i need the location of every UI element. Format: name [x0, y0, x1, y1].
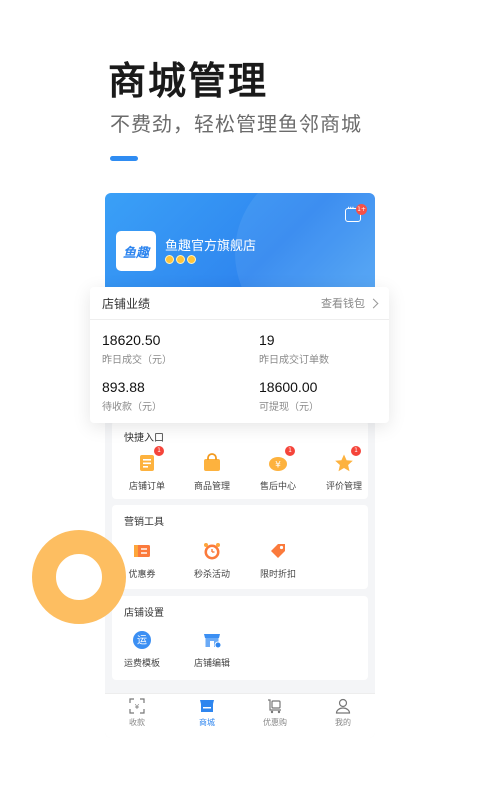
marketing-item-discount[interactable]: 限时折扣 — [248, 541, 308, 580]
stat-withdrawable: 18600.00 可提现（元） — [259, 379, 319, 413]
tab-label: 优惠购 — [263, 718, 287, 727]
section-title: 营销工具 — [124, 517, 164, 528]
tab-label: 我的 — [335, 718, 351, 727]
stat-label: 昨日成交订单数 — [259, 355, 329, 366]
stat-label: 待收款（元） — [102, 402, 162, 413]
tab-collect[interactable]: ¥ 收款 — [107, 698, 167, 728]
svg-text:¥: ¥ — [275, 461, 281, 471]
quick-item-products[interactable]: 商品管理 — [182, 453, 242, 492]
view-wallet-link[interactable]: 查看钱包 — [321, 295, 379, 311]
shop-level-badges — [165, 255, 196, 264]
settings-item-shipping[interactable]: 运 运费模板 — [112, 630, 172, 669]
quick-item-reviews[interactable]: 1 评价管理 — [314, 446, 374, 492]
marketing-item-label: 限时折扣 — [259, 570, 296, 580]
page-subtitle: 不费劲，轻松管理鱼邻商城 — [110, 112, 362, 136]
marketing-item-label: 秒杀活动 — [193, 570, 230, 580]
quick-item-label: 售后中心 — [259, 482, 296, 492]
svg-text:¥: ¥ — [135, 703, 140, 711]
quick-entry-section: 快捷入口 1 店铺订单 商品管理 ¥ 1 售后中心 1 评价管理 — [112, 421, 368, 499]
shop-name: 鱼趣官方旗舰店 — [165, 239, 257, 254]
quick-item-label: 店铺订单 — [128, 482, 165, 492]
view-wallet-label: 查看钱包 — [321, 297, 365, 310]
section-title: 快捷入口 — [124, 433, 164, 444]
store-icon — [199, 698, 215, 714]
shipping-icon: 运 — [132, 630, 152, 650]
stat-label: 可提现（元） — [259, 402, 319, 413]
crown-icon — [165, 255, 174, 264]
stat-value: 18600.00 — [259, 379, 318, 395]
shop-logo-text: 鱼趣 — [122, 245, 149, 261]
stat-label: 昨日成交（元） — [102, 355, 172, 366]
cart-icon — [267, 698, 283, 714]
after-sale-icon: ¥ 1 — [268, 446, 295, 473]
shop-edit-icon — [202, 630, 222, 650]
marketing-item-flash-sale[interactable]: 秒杀活动 — [182, 541, 242, 580]
tab-mine[interactable]: 我的 — [313, 698, 373, 728]
user-icon — [335, 698, 351, 714]
shop-performance-card: 店铺业绩 查看钱包 18620.50 昨日成交（元） 19 昨日成交订单数 89… — [90, 287, 389, 423]
tab-deals[interactable]: 优惠购 — [245, 698, 305, 728]
tab-label: 商城 — [199, 718, 215, 727]
section-title: 店铺设置 — [124, 608, 164, 619]
discount-tag-icon — [268, 541, 288, 561]
bottom-tab-bar: ¥ 收款 商城 优惠购 我的 — [105, 693, 375, 738]
crown-icon — [176, 255, 185, 264]
shop-logo[interactable]: 鱼趣 — [116, 231, 156, 271]
stat-yesterday-sales: 18620.50 昨日成交（元） — [102, 332, 172, 366]
stat-pending: 893.88 待收款（元） — [102, 379, 162, 413]
stat-value: 18620.50 — [102, 332, 161, 348]
shopping-bag-icon — [202, 453, 222, 473]
stat-value: 19 — [259, 332, 275, 348]
settings-item-label: 店铺编辑 — [193, 659, 230, 669]
coupon-icon — [132, 541, 152, 561]
tab-label: 收款 — [129, 718, 145, 727]
quick-item-after-sale[interactable]: ¥ 1 售后中心 — [248, 446, 308, 492]
phone-mockup: 鱼趣 鱼趣官方旗舰店 1+ 快捷入口 1 店铺订单 商品管理 ¥ 1 售后中心 — [105, 193, 375, 738]
chevron-right-icon — [368, 298, 379, 308]
star-icon: 1 — [334, 446, 361, 473]
settings-item-label: 运费模板 — [123, 659, 160, 669]
message-badge: 1+ — [356, 204, 367, 215]
decorative-ring — [32, 530, 126, 624]
quick-item-label: 商品管理 — [193, 482, 230, 492]
quick-item-label: 评价管理 — [325, 482, 362, 492]
tab-store[interactable]: 商城 — [177, 698, 237, 728]
order-list-icon: 1 — [137, 446, 164, 473]
card-header: 店铺业绩 查看钱包 — [90, 287, 389, 320]
alarm-clock-icon — [202, 541, 222, 561]
stat-value: 893.88 — [102, 379, 145, 395]
title-underline — [110, 156, 138, 161]
shop-header: 鱼趣 鱼趣官方旗舰店 1+ — [105, 193, 375, 343]
stat-yesterday-orders: 19 昨日成交订单数 — [259, 332, 329, 366]
marketing-section: 营销工具 优惠券 秒杀活动 限时折扣 — [112, 505, 368, 589]
badge: 1 — [285, 446, 295, 456]
badge: 1 — [154, 446, 164, 456]
card-title: 店铺业绩 — [102, 296, 151, 311]
settings-section: 店铺设置 运 运费模板 店铺编辑 — [112, 596, 368, 680]
crown-icon — [187, 255, 196, 264]
page-title: 商城管理 — [108, 59, 269, 103]
scan-pay-icon: ¥ — [129, 698, 145, 714]
shipping-icon-text: 运 — [137, 635, 147, 647]
settings-item-shop-edit[interactable]: 店铺编辑 — [182, 630, 242, 669]
badge: 1 — [351, 446, 361, 456]
message-icon[interactable] — [345, 203, 361, 222]
quick-item-orders[interactable]: 1 店铺订单 — [117, 446, 177, 492]
